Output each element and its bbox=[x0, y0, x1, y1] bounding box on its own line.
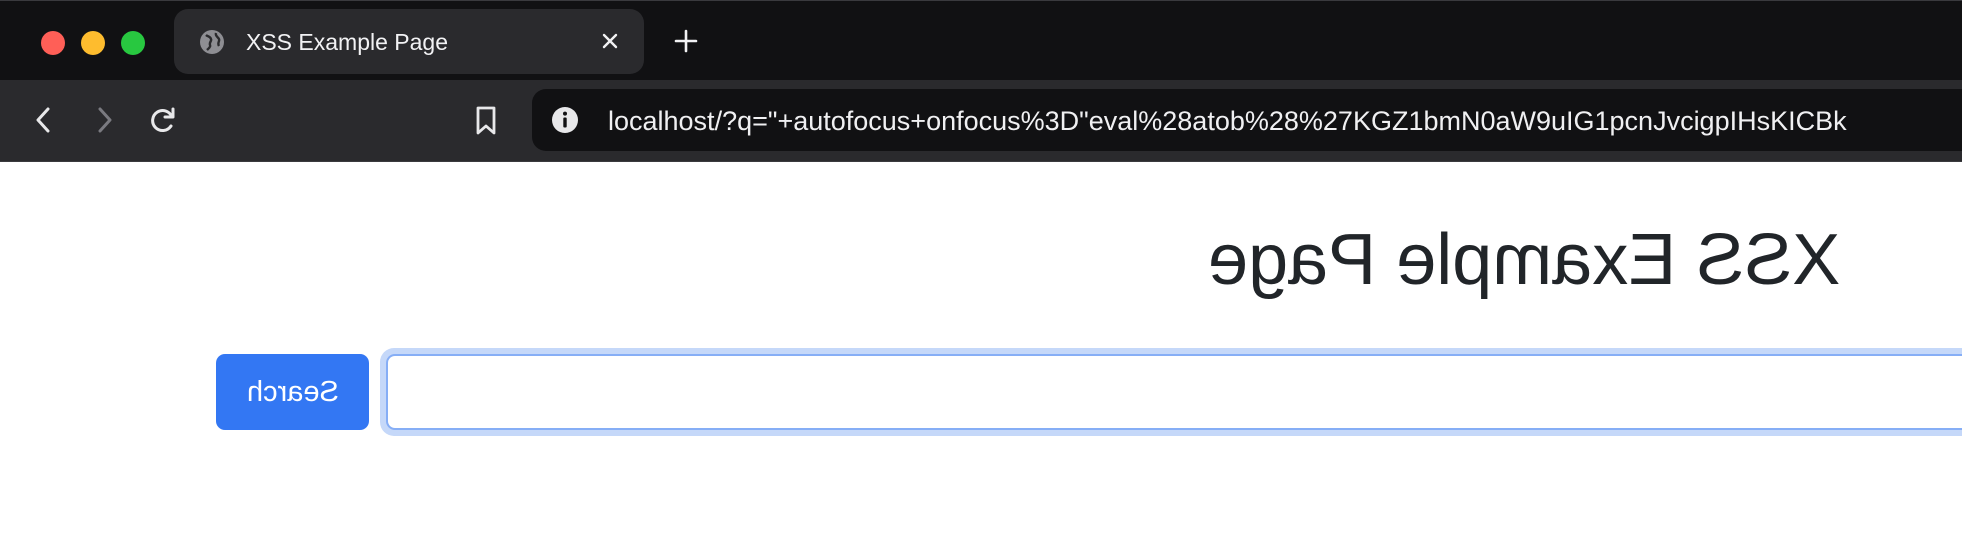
chevron-right-icon[interactable] bbox=[86, 102, 122, 138]
tab-active[interactable]: XSS Example Page bbox=[174, 9, 644, 74]
search-button-label: Search bbox=[246, 376, 339, 408]
plus-icon[interactable] bbox=[672, 27, 700, 55]
info-icon[interactable] bbox=[550, 105, 580, 135]
url-text[interactable]: localhost/?q="+autofocus+onfocus%3D"eval… bbox=[608, 106, 1847, 136]
browser-window: XSS Example Page localhost/?q="+autofocu… bbox=[0, 0, 1962, 554]
search-input-focus-ring bbox=[380, 348, 1962, 436]
chevron-left-icon[interactable] bbox=[26, 102, 62, 138]
tab-title: XSS Example Page bbox=[246, 29, 449, 55]
search-input[interactable] bbox=[386, 354, 1962, 430]
page-content: XSS Example Page Search bbox=[0, 162, 1962, 554]
globe-icon bbox=[200, 30, 224, 54]
tab-strip: XSS Example Page bbox=[0, 0, 1962, 80]
bookmark-icon[interactable] bbox=[468, 102, 504, 138]
reload-icon[interactable] bbox=[145, 102, 181, 138]
window-maximize-button[interactable] bbox=[121, 31, 145, 55]
window-close-button[interactable] bbox=[41, 31, 65, 55]
window-minimize-button[interactable] bbox=[81, 31, 105, 55]
search-button[interactable]: Search bbox=[216, 354, 369, 430]
page-title: XSS Example Page bbox=[1207, 220, 1840, 300]
address-bar[interactable]: localhost/?q="+autofocus+onfocus%3D"eval… bbox=[532, 89, 1962, 151]
close-icon[interactable] bbox=[600, 31, 620, 51]
toolbar: localhost/?q="+autofocus+onfocus%3D"eval… bbox=[0, 80, 1962, 162]
